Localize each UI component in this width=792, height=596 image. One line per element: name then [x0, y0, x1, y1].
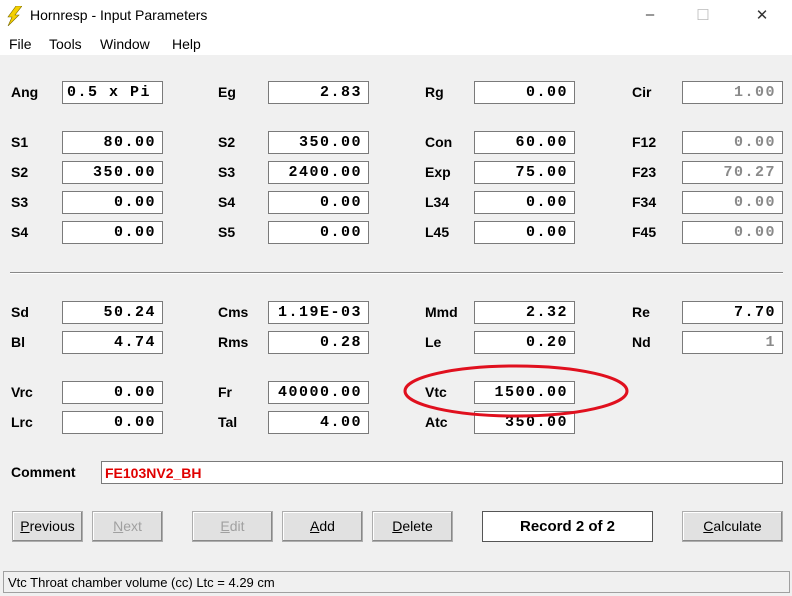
s4-3-input[interactable]: 0.00 [268, 191, 369, 214]
atc-8-label: Atc [425, 414, 448, 430]
edit-label: Edit [220, 518, 245, 534]
previous-button[interactable]: Previous [12, 511, 83, 542]
s5-4-input[interactable]: 0.00 [268, 221, 369, 244]
con-1-label: Con [425, 134, 453, 150]
record-indicator: Record 2 of 2 [482, 511, 653, 542]
comment-input[interactable]: FE103NV2_BH [101, 461, 783, 484]
title-bar: Hornresp - Input Parameters – ☐ ✕ [0, 0, 792, 32]
ang-0-input[interactable]: 0.5 x Pi [62, 81, 163, 104]
cir-0-input: 1.00 [682, 81, 783, 104]
next-label: Next [113, 518, 142, 534]
l45-4-input[interactable]: 0.00 [474, 221, 575, 244]
s2-2-label: S2 [11, 164, 29, 180]
s5-4-label: S5 [218, 224, 236, 240]
section-divider [10, 272, 783, 274]
f45-4-input: 0.00 [682, 221, 783, 244]
f34-3-input: 0.00 [682, 191, 783, 214]
vrc-7-label: Vrc [11, 384, 33, 400]
vtc-7-input[interactable]: 1500.00 [474, 381, 575, 404]
window-title: Hornresp - Input Parameters [30, 7, 208, 23]
s1-1-input[interactable]: 80.00 [62, 131, 163, 154]
delete-label: Delete [392, 518, 433, 534]
lrc-8-label: Lrc [11, 414, 33, 430]
cms-5-label: Cms [218, 304, 249, 320]
add-button[interactable]: Add [282, 511, 363, 542]
re-5-input[interactable]: 7.70 [682, 301, 783, 324]
s3-2-input[interactable]: 2400.00 [268, 161, 369, 184]
atc-8-input[interactable]: 350.00 [474, 411, 575, 434]
previous-label: Previous [20, 518, 75, 534]
f23-2-label: F23 [632, 164, 657, 180]
cms-5-input[interactable]: 1.19E-03 [268, 301, 369, 324]
lightning-app-icon [7, 6, 22, 26]
s4-4-label: S4 [11, 224, 29, 240]
sd-5-input[interactable]: 50.24 [62, 301, 163, 324]
eg-0-label: Eg [218, 84, 236, 100]
vtc-7-label: Vtc [425, 384, 447, 400]
f12-1-input: 0.00 [682, 131, 783, 154]
mmd-5-input[interactable]: 2.32 [474, 301, 575, 324]
menu-window[interactable]: Window [100, 36, 150, 52]
nd-6-input: 1 [682, 331, 783, 354]
ang-0-label: Ang [11, 84, 39, 100]
exp-2-input[interactable]: 75.00 [474, 161, 575, 184]
mmd-5-label: Mmd [425, 304, 458, 320]
add-label: Add [310, 518, 335, 534]
tal-8-label: Tal [218, 414, 238, 430]
bl-6-label: Bl [11, 334, 25, 350]
menu-bar: File Tools Window Help [0, 32, 792, 55]
delete-button[interactable]: Delete [372, 511, 453, 542]
s3-3-input[interactable]: 0.00 [62, 191, 163, 214]
menu-help[interactable]: Help [172, 36, 201, 52]
minimize-button[interactable]: – [640, 6, 660, 23]
vrc-7-input[interactable]: 0.00 [62, 381, 163, 404]
f23-2-input: 70.27 [682, 161, 783, 184]
next-button[interactable]: Next [92, 511, 163, 542]
s1-1-label: S1 [11, 134, 29, 150]
sd-5-label: Sd [11, 304, 29, 320]
menu-file[interactable]: File [9, 36, 32, 52]
cir-0-label: Cir [632, 84, 652, 100]
l34-3-input[interactable]: 0.00 [474, 191, 575, 214]
bl-6-input[interactable]: 4.74 [62, 331, 163, 354]
comment-label: Comment [11, 464, 76, 480]
maximize-button[interactable]: ☐ [693, 6, 713, 24]
f34-3-label: F34 [632, 194, 657, 210]
l45-4-label: L45 [425, 224, 450, 240]
eg-0-input[interactable]: 2.83 [268, 81, 369, 104]
le-6-input[interactable]: 0.20 [474, 331, 575, 354]
s4-3-label: S4 [218, 194, 236, 210]
calculate-button[interactable]: Calculate [682, 511, 783, 542]
rg-0-input[interactable]: 0.00 [474, 81, 575, 104]
f12-1-label: F12 [632, 134, 657, 150]
menu-tools[interactable]: Tools [49, 36, 82, 52]
fr-7-input[interactable]: 40000.00 [268, 381, 369, 404]
l34-3-label: L34 [425, 194, 450, 210]
f45-4-label: F45 [632, 224, 657, 240]
s3-3-label: S3 [11, 194, 29, 210]
s2-2-input[interactable]: 350.00 [62, 161, 163, 184]
rms-6-input[interactable]: 0.28 [268, 331, 369, 354]
rms-6-label: Rms [218, 334, 249, 350]
lrc-8-input[interactable]: 0.00 [62, 411, 163, 434]
s2-1-input[interactable]: 350.00 [268, 131, 369, 154]
con-1-input[interactable]: 60.00 [474, 131, 575, 154]
re-5-label: Re [632, 304, 650, 320]
exp-2-label: Exp [425, 164, 451, 180]
s4-4-input[interactable]: 0.00 [62, 221, 163, 244]
close-button[interactable]: ✕ [752, 6, 772, 24]
s2-1-label: S2 [218, 134, 236, 150]
s3-2-label: S3 [218, 164, 236, 180]
tal-8-input[interactable]: 4.00 [268, 411, 369, 434]
nd-6-label: Nd [632, 334, 651, 350]
fr-7-label: Fr [218, 384, 232, 400]
le-6-label: Le [425, 334, 442, 350]
status-bar: Vtc Throat chamber volume (cc) Ltc = 4.2… [3, 571, 790, 593]
calculate-label: Calculate [703, 518, 762, 534]
edit-button[interactable]: Edit [192, 511, 273, 542]
rg-0-label: Rg [425, 84, 444, 100]
